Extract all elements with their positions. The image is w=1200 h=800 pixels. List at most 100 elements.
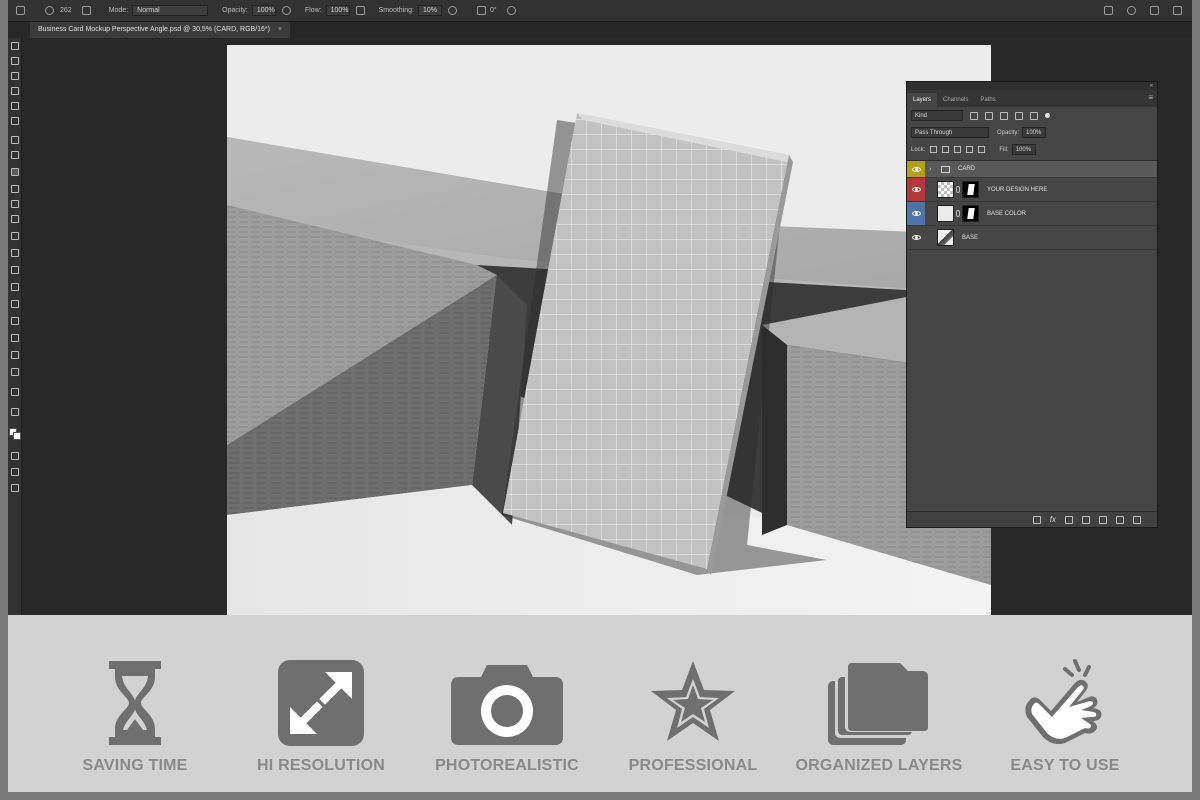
layer-style-button[interactable]: fx	[1050, 515, 1056, 524]
pixel-filter-icon[interactable]	[970, 111, 978, 120]
document-canvas[interactable]	[227, 45, 991, 615]
link-icon[interactable]	[956, 210, 960, 217]
airbrush-icon[interactable]	[355, 6, 365, 15]
layer-mask-thumbnail[interactable]	[962, 205, 979, 222]
panel-collapse-icon[interactable]: «	[907, 82, 1157, 90]
lock-position-icon[interactable]	[954, 146, 962, 153]
pointing-hand-icon	[1025, 659, 1102, 745]
new-group-icon[interactable]	[1099, 515, 1107, 524]
close-tab-icon[interactable]: ×	[278, 26, 282, 33]
shape-filter-icon[interactable]	[1015, 111, 1023, 120]
layer-thumbnail	[937, 229, 954, 246]
swap-colors-icon[interactable]	[11, 408, 19, 416]
visibility-toggle[interactable]	[907, 226, 925, 249]
panel-menu-icon[interactable]: ≡	[1148, 93, 1153, 102]
healing-tool-icon[interactable]	[11, 151, 19, 159]
lock-transparent-icon[interactable]	[930, 146, 938, 153]
lock-pixels-icon[interactable]	[942, 146, 950, 153]
marquee-tool-icon[interactable]	[11, 57, 19, 65]
feature-strip: SAVING TIME HI RESOLUTION PHOTOREALISTIC	[8, 619, 1192, 792]
opacity-field[interactable]: 100%	[251, 5, 276, 16]
flow-field[interactable]: 100%	[325, 5, 350, 16]
notification-icon[interactable]	[1127, 6, 1136, 15]
pen-tool-icon[interactable]	[11, 283, 19, 291]
hand-tool-icon[interactable]	[11, 351, 19, 359]
dodge-tool-icon[interactable]	[11, 266, 19, 274]
feature-label: HI RESOLUTION	[257, 757, 385, 774]
eyedropper-tool-icon[interactable]	[11, 136, 19, 144]
layer-name: BASE COLOR	[987, 210, 1027, 217]
type-tool-icon[interactable]	[11, 300, 19, 308]
visibility-toggle[interactable]	[907, 178, 925, 201]
tab-layers[interactable]: Layers	[907, 93, 938, 107]
crop-tool-icon[interactable]	[11, 102, 19, 110]
smart-object-filter-icon[interactable]	[1030, 111, 1038, 120]
trash-icon[interactable]	[1133, 515, 1141, 524]
shape-tool-icon[interactable]	[11, 334, 19, 342]
quick-select-tool-icon[interactable]	[11, 87, 19, 95]
screen-mode-icon[interactable]	[11, 468, 19, 476]
lasso-tool-icon[interactable]	[11, 72, 19, 80]
brush-preset-icon[interactable]	[45, 6, 54, 15]
blur-tool-icon[interactable]	[11, 249, 19, 257]
expand-arrows-icon	[278, 660, 364, 746]
layer-row-base-color[interactable]: BASE COLOR	[907, 202, 1157, 226]
eraser-tool-icon[interactable]	[11, 215, 19, 223]
layer-mask-thumbnail[interactable]	[962, 181, 979, 198]
add-mask-icon[interactable]	[1065, 515, 1073, 524]
tools-panel	[8, 38, 22, 615]
smoothing-label: Smoothing:	[378, 7, 414, 14]
smoothing-gear-icon[interactable]	[448, 6, 457, 15]
zoom-tool-icon[interactable]	[11, 368, 19, 376]
history-brush-tool-icon[interactable]	[11, 200, 19, 208]
quick-mask-icon[interactable]	[11, 452, 19, 460]
help-icon[interactable]	[1150, 6, 1159, 15]
layer-row-base[interactable]: BASE	[907, 226, 1157, 250]
workspace-icon[interactable]	[1173, 6, 1182, 15]
tab-paths[interactable]: Paths	[974, 93, 1001, 107]
feature-easy-to-use: EASY TO USE	[970, 657, 1160, 775]
link-layers-icon[interactable]	[1032, 515, 1041, 524]
visibility-toggle[interactable]	[907, 202, 925, 225]
tab-channels[interactable]: Channels	[937, 93, 974, 107]
layer-list: › CARD YOUR DESIGN HERE BASE COLOR BASE	[907, 160, 1157, 250]
pressure-size-icon[interactable]	[506, 6, 516, 15]
layer-row-card[interactable]: › CARD	[907, 161, 1157, 178]
artboard-icon[interactable]	[11, 484, 19, 492]
adjustment-layer-icon[interactable]	[1082, 515, 1090, 524]
pressure-opacity-icon[interactable]	[281, 6, 291, 15]
layer-opacity-field[interactable]: 100%	[1022, 127, 1047, 138]
share-icon[interactable]	[1104, 6, 1113, 15]
brush-tool-icon[interactable]	[11, 168, 19, 176]
adjustment-filter-icon[interactable]	[985, 111, 993, 120]
home-icon[interactable]	[16, 6, 25, 15]
move-tool-icon[interactable]	[11, 42, 19, 50]
clone-stamp-tool-icon[interactable]	[11, 185, 19, 193]
link-icon[interactable]	[956, 186, 960, 193]
visibility-toggle[interactable]	[907, 161, 925, 177]
document-tab[interactable]: Business Card Mockup Perspective Angle.p…	[30, 22, 291, 38]
eye-icon	[911, 235, 921, 240]
layer-name: BASE	[962, 234, 979, 241]
filter-kind-select[interactable]: Kind	[911, 110, 963, 121]
chevron-right-icon[interactable]: ›	[929, 166, 935, 173]
gradient-tool-icon[interactable]	[11, 232, 19, 240]
lock-artboard-icon[interactable]	[966, 146, 974, 153]
background-color-swatch[interactable]	[13, 432, 21, 440]
new-layer-icon[interactable]	[1116, 515, 1124, 524]
hourglass-icon	[109, 661, 161, 745]
path-select-tool-icon[interactable]	[11, 317, 19, 325]
frame-tool-icon[interactable]	[11, 117, 19, 125]
fill-label: Fill:	[999, 146, 1009, 153]
brush-settings-icon[interactable]	[81, 6, 91, 15]
fill-field[interactable]: 100%	[1011, 144, 1036, 155]
filter-toggle-icon[interactable]	[1045, 113, 1050, 118]
layer-row-your-design[interactable]: YOUR DESIGN HERE	[907, 178, 1157, 202]
blend-mode-select[interactable]: Pass Through	[911, 127, 989, 138]
lock-all-icon[interactable]	[978, 146, 986, 153]
edit-toolbar-icon[interactable]	[11, 388, 19, 396]
type-filter-icon[interactable]	[1000, 111, 1008, 120]
angle-value[interactable]: 0°	[490, 7, 497, 14]
smoothing-field[interactable]: 10%	[418, 5, 442, 16]
mode-select[interactable]: Normal	[132, 5, 209, 16]
